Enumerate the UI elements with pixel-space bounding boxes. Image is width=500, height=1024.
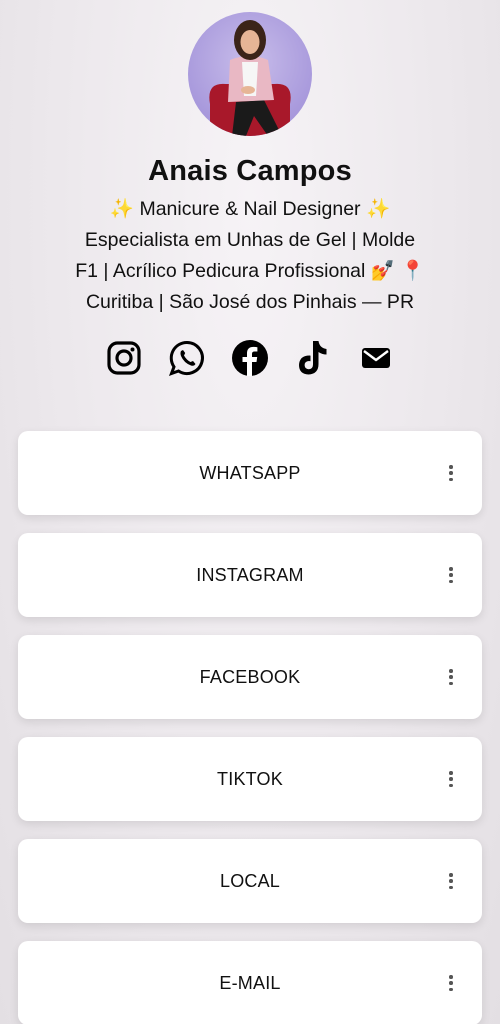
link-button-local[interactable]: LOCAL: [18, 839, 482, 923]
more-options-icon[interactable]: [446, 871, 456, 891]
link-button-tiktok[interactable]: TIKTOK: [18, 737, 482, 821]
tiktok-icon[interactable]: [294, 338, 332, 378]
link-label: LOCAL: [219, 870, 281, 891]
bio-line: Curitiba | São José dos Pinhais — PR: [85, 291, 415, 313]
profile-name: Anais Campos: [148, 155, 352, 187]
more-options-icon[interactable]: [446, 667, 456, 687]
social-icons-row: [0, 338, 500, 378]
email-icon[interactable]: [357, 338, 395, 378]
profile-bio: ✨ Manicure & Nail Designer ✨ Especialist…: [30, 194, 470, 318]
link-label: E-MAIL: [219, 972, 281, 993]
link-label: FACEBOOK: [199, 666, 301, 687]
more-options-icon[interactable]: [446, 565, 456, 585]
facebook-icon[interactable]: [231, 338, 269, 378]
more-options-icon[interactable]: [446, 463, 456, 483]
instagram-icon[interactable]: [105, 338, 143, 378]
link-button-instagram[interactable]: INSTAGRAM: [18, 533, 482, 617]
bio-line: F1 | Acrílico Pedicura Profissional 💅 📍: [75, 260, 425, 282]
profile-avatar: [188, 12, 312, 136]
link-button-email[interactable]: E-MAIL: [18, 941, 482, 1024]
bio-line: ✨ Manicure & Nail Designer ✨: [109, 198, 391, 220]
whatsapp-icon[interactable]: [168, 338, 206, 378]
more-options-icon[interactable]: [446, 769, 456, 789]
link-label: INSTAGRAM: [196, 564, 304, 585]
bio-line: Especialista em Unhas de Gel | Molde: [84, 229, 416, 251]
link-label: WHATSAPP: [199, 462, 301, 483]
link-button-facebook[interactable]: FACEBOOK: [18, 635, 482, 719]
link-button-whatsapp[interactable]: WHATSAPP: [18, 431, 482, 515]
link-label: TIKTOK: [217, 768, 283, 789]
link-list: WHATSAPP INSTAGRAM FACEBOOK TIKTOK LOCAL…: [18, 431, 482, 1024]
more-options-icon[interactable]: [446, 973, 456, 993]
